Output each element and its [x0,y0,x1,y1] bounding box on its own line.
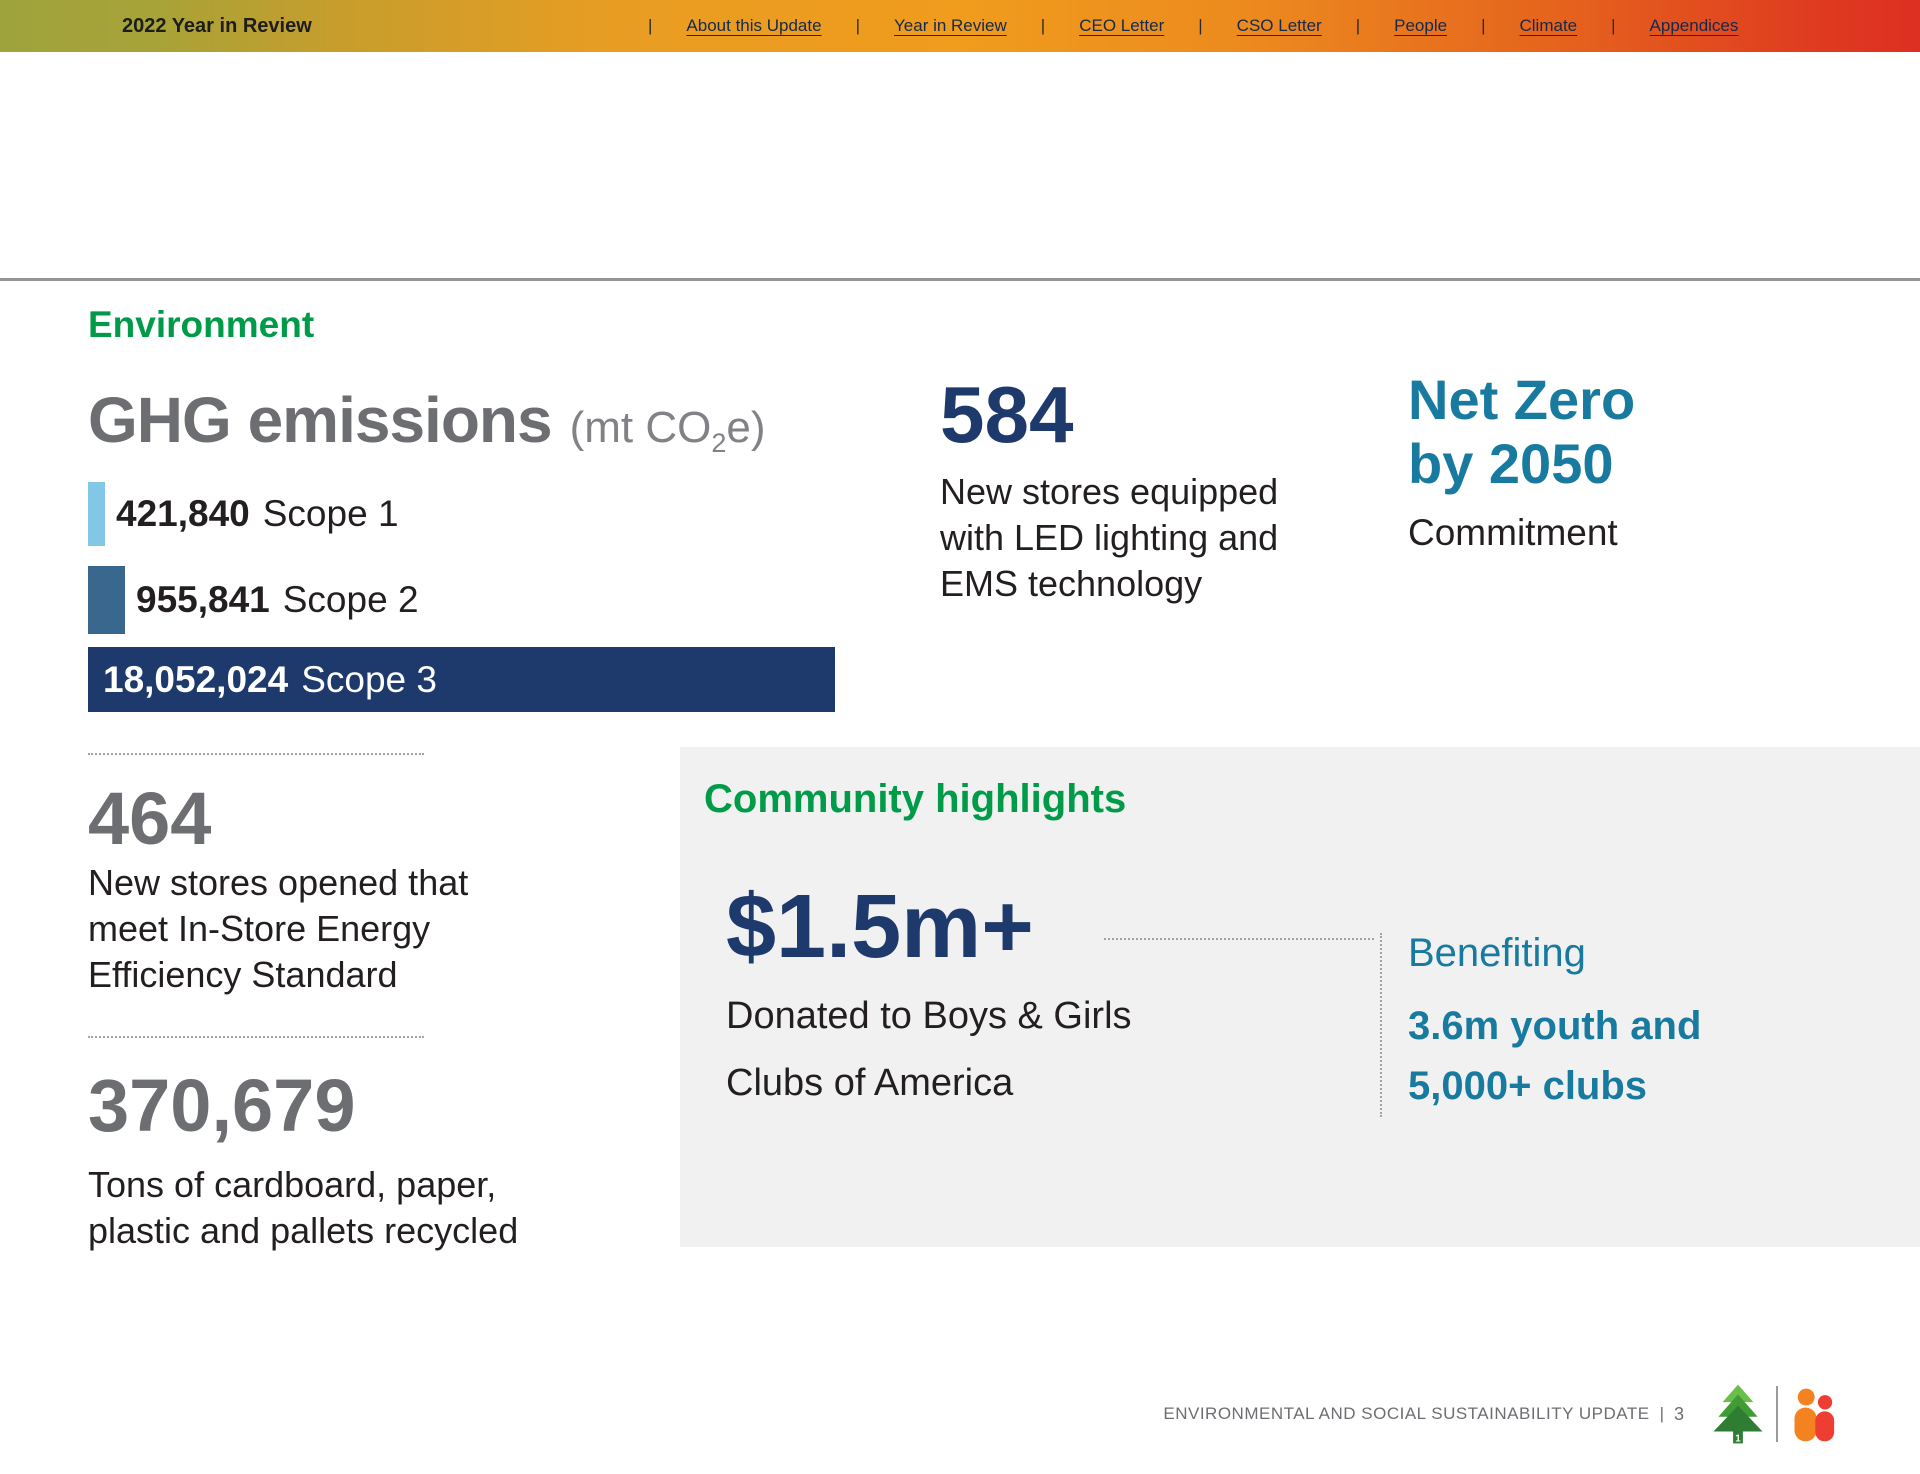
nav-link-appendices[interactable]: Appendices [1650,16,1739,36]
family-dollar-logo [1788,1385,1840,1443]
stat-new-stores-desc: New stores opened that meet In-Store Ene… [88,860,468,998]
nav-separator: | [856,16,860,36]
svg-text:1: 1 [1735,1433,1741,1444]
page-footer: ENVIRONMENTAL AND SOCIAL SUSTAINABILITY … [1163,1381,1840,1447]
co2-subscript: 2 [711,428,726,458]
nav-link-cso-letter[interactable]: CSO Letter [1237,16,1322,36]
benefit-detail: 3.6m youth and 5,000+ clubs [1408,996,1701,1116]
nav-separator: | [1481,16,1485,36]
footer-separator: | [1660,1404,1664,1424]
page-number: 3 [1674,1404,1684,1425]
header-divider [0,278,1920,281]
dollar-tree-logo: 1 [1710,1383,1766,1445]
top-navigation: 2022 Year in Review | About this Update … [0,0,1920,52]
ghg-emissions-title: GHG emissions (mt CO2e) [88,383,766,459]
ghg-bar-row-scope2: 955,841Scope 2 [88,566,419,634]
scope1-bar [88,482,105,546]
dotted-divider [88,1036,424,1038]
ghg-bar-row-scope1: 421,840Scope 1 [88,482,399,546]
scope2-bar [88,566,125,634]
net-zero-title: Net Zero by 2050 [1408,368,1635,496]
footer-text: ENVIRONMENTAL AND SOCIAL SUSTAINABILITY … [1163,1404,1649,1424]
stat-recycled-desc: Tons of cardboard, paper, plastic and pa… [88,1162,518,1254]
dotted-divider [88,753,424,755]
benefit-label: Benefiting [1408,931,1586,976]
community-heading: Community highlights [704,777,1126,822]
section-label-environment: Environment [88,304,314,346]
report-page: 2022 Year in Review | About this Update … [0,0,1920,1474]
nav-link-ceo-letter[interactable]: CEO Letter [1079,16,1164,36]
stat-new-stores-value: 464 [88,776,211,861]
dotted-vertical-divider [1380,933,1382,1117]
nav-link-about-this-update[interactable]: About this Update [686,16,821,36]
ghg-unit: (mt CO2e) [570,403,766,459]
scope3-label: 18,052,024Scope 3 [103,659,437,701]
nav-links: | About this Update | Year in Review | C… [648,0,1738,52]
report-title: 2022 Year in Review [122,15,312,38]
nav-separator: | [1356,16,1360,36]
donation-desc: Donated to Boys & Girls Clubs of America [726,983,1132,1117]
scope1-label: 421,840Scope 1 [116,493,399,535]
stat-recycled-value: 370,679 [88,1063,356,1148]
nav-separator: | [1041,16,1045,36]
donation-amount: $1.5m+ [726,876,1034,979]
net-zero-subtitle: Commitment [1408,512,1618,554]
nav-link-climate[interactable]: Climate [1520,16,1578,36]
nav-link-year-in-review[interactable]: Year in Review [894,16,1007,36]
scope3-bar: 18,052,024Scope 3 [88,647,835,712]
nav-link-people[interactable]: People [1394,16,1447,36]
nav-separator: | [648,16,652,36]
stat-led-stores-desc: New stores equipped with LED lighting an… [940,469,1278,607]
dotted-connector [1104,938,1374,940]
stat-led-stores-value: 584 [940,369,1073,461]
ghg-title-text: GHG emissions [88,383,552,457]
scope2-label: 955,841Scope 2 [136,579,419,621]
ghg-bar-row-scope3: 18,052,024Scope 3 [88,647,835,712]
nav-separator: | [1198,16,1202,36]
nav-separator: | [1611,16,1615,36]
logo-divider [1776,1386,1778,1442]
